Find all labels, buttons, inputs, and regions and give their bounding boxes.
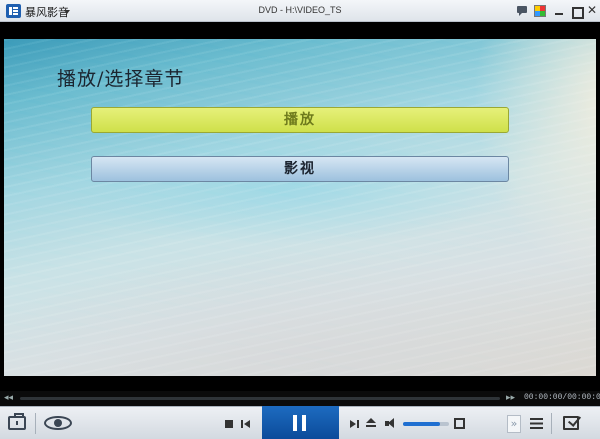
title-bar: 暴风影音 DVD - H:\VIDEO_TS ✕	[0, 0, 600, 22]
volume-level	[403, 422, 440, 426]
minimize-icon[interactable]	[553, 5, 565, 17]
fullscreen-icon[interactable]	[454, 418, 465, 429]
dvd-video-button[interactable]: 影视	[91, 156, 509, 182]
toolbox-icon[interactable]	[8, 413, 26, 430]
dvd-play-button[interactable]: 播放	[91, 107, 509, 133]
volume-slider[interactable]	[403, 422, 449, 426]
dvd-menu-background: 播放/选择章节 播放 影视	[4, 39, 596, 376]
window-title: DVD - H:\VIDEO_TS	[258, 5, 342, 15]
more-button[interactable]: »	[507, 415, 521, 433]
eye-icon[interactable]	[44, 416, 72, 430]
volume-icon[interactable]	[385, 418, 397, 429]
fast-forward-icon[interactable]: ▸▸	[506, 393, 515, 403]
checklist-icon[interactable]	[563, 416, 579, 430]
divider	[551, 413, 552, 434]
dvd-menu-title: 播放/选择章节	[57, 68, 185, 90]
control-bar: »	[0, 406, 600, 439]
chat-icon[interactable]	[516, 5, 528, 17]
close-icon[interactable]: ✕	[586, 4, 598, 16]
playlist-icon[interactable]	[530, 418, 543, 429]
next-icon[interactable]	[350, 419, 360, 429]
pause-icon[interactable]	[293, 415, 307, 431]
rewind-icon[interactable]: ◂◂	[4, 393, 13, 403]
maximize-icon[interactable]	[570, 5, 584, 19]
previous-icon[interactable]	[241, 419, 251, 429]
divider	[35, 413, 36, 434]
time-display: 00:00:00/00:00:00	[524, 393, 600, 402]
progress-bar: ◂◂ ▸▸ 00:00:00/00:00:00	[0, 391, 600, 406]
color-palette-icon[interactable]	[534, 5, 546, 17]
stop-icon[interactable]	[225, 420, 233, 428]
eject-icon[interactable]	[366, 418, 376, 429]
seek-bar[interactable]	[20, 397, 500, 400]
video-area[interactable]: 播放/选择章节 播放 影视	[0, 22, 600, 391]
